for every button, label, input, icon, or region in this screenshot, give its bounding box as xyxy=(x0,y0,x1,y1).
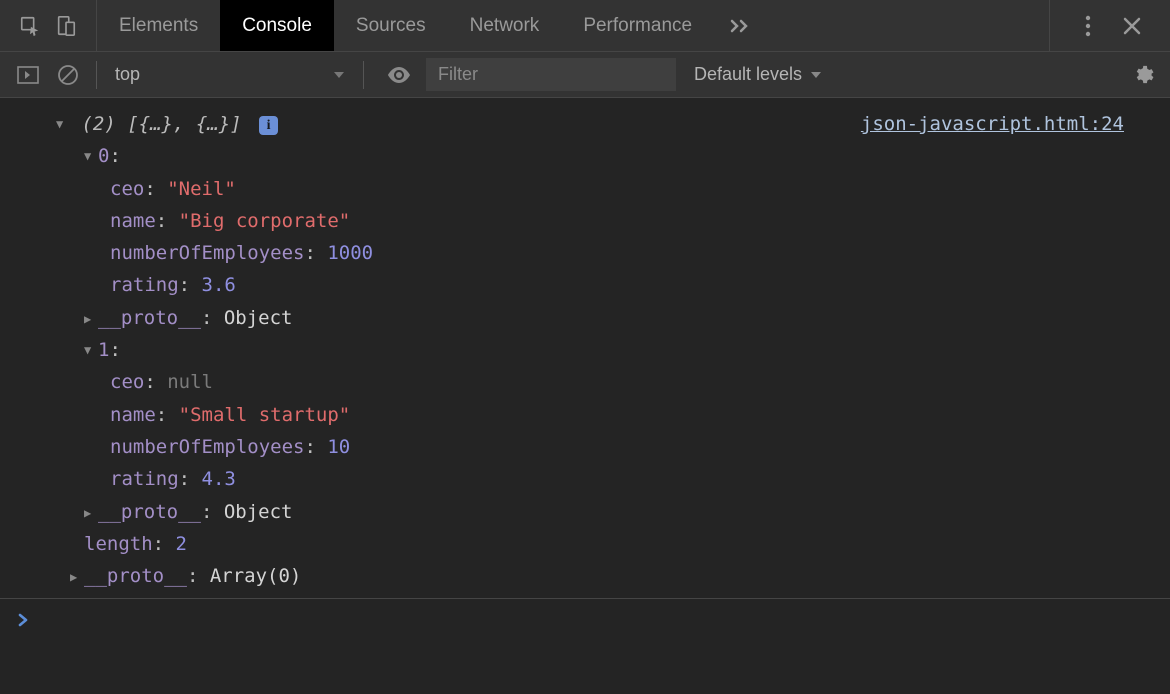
expand-arrow-icon[interactable]: ▼ xyxy=(56,114,70,134)
expand-arrow-icon[interactable]: ▶ xyxy=(70,567,84,587)
log-levels-selector[interactable]: Default levels xyxy=(676,64,840,85)
live-expression-icon[interactable] xyxy=(386,66,412,84)
toolbar-divider xyxy=(96,61,97,89)
object-index[interactable]: 0 xyxy=(98,145,109,167)
tab-elements[interactable]: Elements xyxy=(97,0,220,51)
filter-input[interactable] xyxy=(426,58,676,91)
inspect-element-icon[interactable] xyxy=(16,12,44,40)
proto-row[interactable]: ▶__proto__: Object xyxy=(56,496,861,528)
more-options-icon[interactable] xyxy=(1072,10,1104,42)
console-prompt[interactable] xyxy=(0,598,1170,646)
levels-label: Default levels xyxy=(694,64,802,85)
console-toolbar: top Default levels xyxy=(0,52,1170,98)
property-row[interactable]: name: "Big corporate" xyxy=(56,205,861,237)
toolbar-divider xyxy=(363,61,364,89)
expand-arrow-icon[interactable]: ▶ xyxy=(84,503,98,523)
tab-icon-group xyxy=(0,0,97,51)
property-row[interactable]: numberOfEmployees: 1000 xyxy=(56,237,861,269)
devtools-tabs: Elements Console Sources Network Perform… xyxy=(0,0,1170,52)
proto-row[interactable]: ▶__proto__: Object xyxy=(56,302,861,334)
length-row[interactable]: length: 2 xyxy=(56,528,861,560)
tab-performance[interactable]: Performance xyxy=(561,0,714,51)
gear-icon[interactable] xyxy=(1132,64,1154,86)
property-row[interactable]: name: "Small startup" xyxy=(56,399,861,431)
device-toggle-icon[interactable] xyxy=(52,12,80,40)
clear-console-icon[interactable] xyxy=(54,61,82,89)
context-label: top xyxy=(115,64,140,85)
close-icon[interactable] xyxy=(1116,10,1148,42)
tab-network[interactable]: Network xyxy=(448,0,562,51)
console-output: ▼ (2) [{…}, {…}] i ▼0: ceo: "Neil" name:… xyxy=(0,98,1170,646)
property-row[interactable]: rating: 3.6 xyxy=(56,269,861,301)
tab-console[interactable]: Console xyxy=(220,0,334,51)
property-row[interactable]: ceo: "Neil" xyxy=(56,173,861,205)
chevron-down-icon xyxy=(810,71,822,79)
object-index[interactable]: 1 xyxy=(98,339,109,361)
info-badge-icon[interactable]: i xyxy=(259,116,278,135)
property-row[interactable]: rating: 4.3 xyxy=(56,463,861,495)
right-icon-group xyxy=(1049,0,1170,51)
chevron-down-icon xyxy=(333,71,345,79)
expand-arrow-icon[interactable]: ▶ xyxy=(84,309,98,329)
toggle-sidebar-icon[interactable] xyxy=(14,61,42,89)
expand-arrow-icon[interactable]: ▼ xyxy=(84,146,98,166)
source-link[interactable]: json-javascript.html:24 xyxy=(861,108,1152,592)
tab-sources[interactable]: Sources xyxy=(334,0,448,51)
array-proto-row[interactable]: ▶__proto__: Array(0) xyxy=(56,560,861,592)
property-row[interactable]: ceo: null xyxy=(56,366,861,398)
context-selector[interactable]: top xyxy=(105,64,355,85)
property-row[interactable]: numberOfEmployees: 10 xyxy=(56,431,861,463)
overflow-tabs-icon[interactable] xyxy=(714,0,766,51)
array-summary[interactable]: (2) [{…}, {…}] xyxy=(81,113,253,135)
tab-list: Elements Console Sources Network Perform… xyxy=(97,0,1049,51)
expand-arrow-icon[interactable]: ▼ xyxy=(84,340,98,360)
